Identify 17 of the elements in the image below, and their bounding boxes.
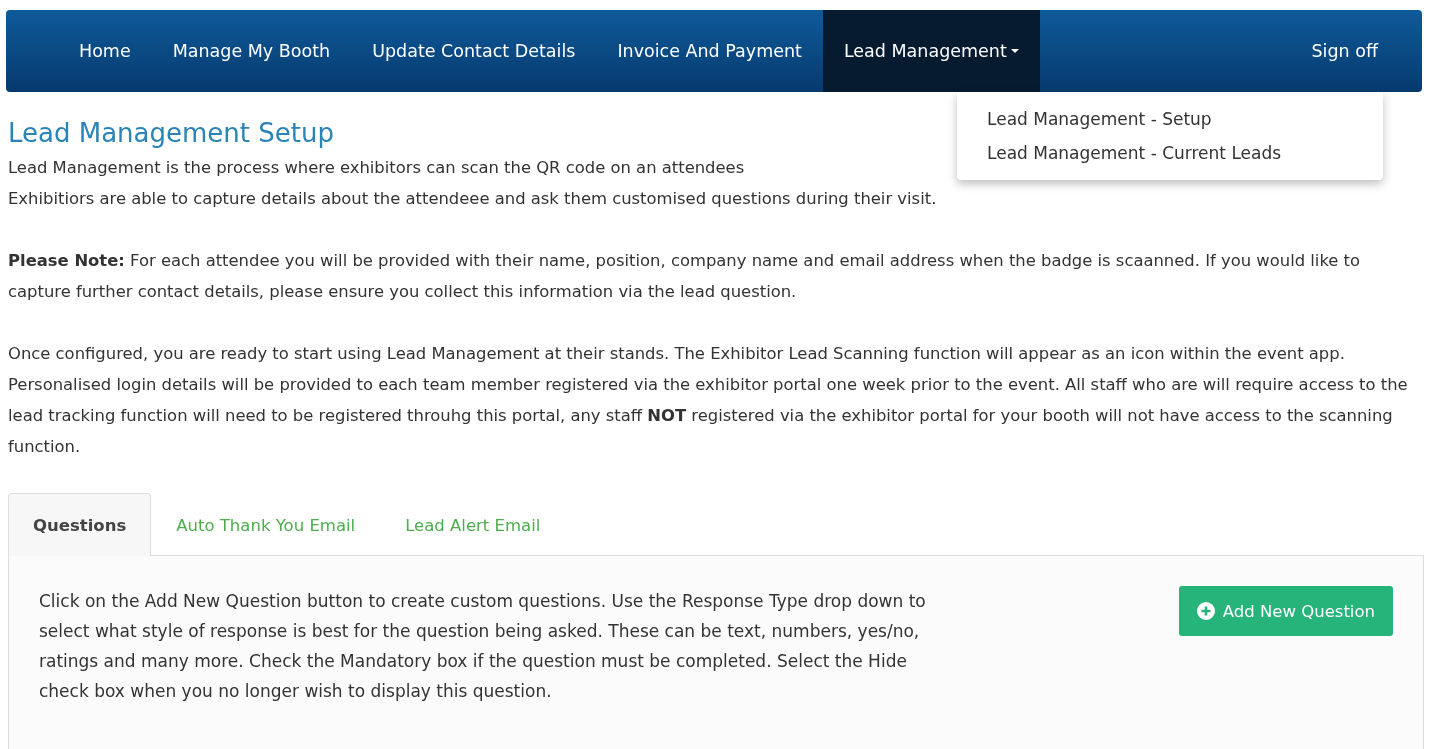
- text-line: Lead Management is the process where exhibitors can scan the QR code on an attendees: [8, 157, 745, 179]
- tab[interactable]: Questions: [8, 493, 152, 556]
- nav-link[interactable]: Invoice And Payment: [596, 10, 823, 92]
- nav-link[interactable]: Manage My Booth: [151, 10, 352, 92]
- instructions-text: Click on the Add New Question button to create custom questions. Use the Response Type drop down to select what style of response is best for the question being asked. These can be text, numbers, yes/no, ratings and many more. Check the Mandatory box if the question must be completed. Select the Hide check box when you no longer wish to display this question.: [39, 590, 927, 703]
- nav-link[interactable]: Home: [58, 10, 152, 92]
- menu-item[interactable]: Lead Management - Setup: [957, 102, 1383, 136]
- nav-link[interactable]: Update Contact Details: [351, 10, 597, 92]
- menu-item[interactable]: Lead Management - Current Leads: [957, 136, 1383, 170]
- paragraph: Once configured, you are ready to start using Lead Management at their stands. The Exhibitor Lead Scanning function will appear as an icon within the event app. Personalised login details will be provided to each team member registered via the exhibitor portal one week prior to the event. All staff who are will require access to the lead tracking function will need to be registered throuhg this portal, any staff NOT registered via the exhibitor portal for your booth will not have access to the scanning function.: [8, 343, 1409, 458]
- nav-link[interactable]: Lead Management: [822, 10, 1040, 92]
- caret-icon: [1010, 49, 1019, 53]
- sign-off-link[interactable]: Sign off: [1311, 10, 1378, 92]
- plus-circle-icon: [1196, 602, 1215, 620]
- paragraph: Please Note: For each attendee you will be provided with their name, position, company name and email address when the badge is scaanned. If you would like to capture further contact details, please ensure you collect this information via the lead question.: [8, 250, 1362, 303]
- text-line: Exhibitiors are able to capture details about the attendeee and ask them customised questions during their visit.: [8, 188, 937, 210]
- page-title: Lead Management Setup: [8, 118, 334, 148]
